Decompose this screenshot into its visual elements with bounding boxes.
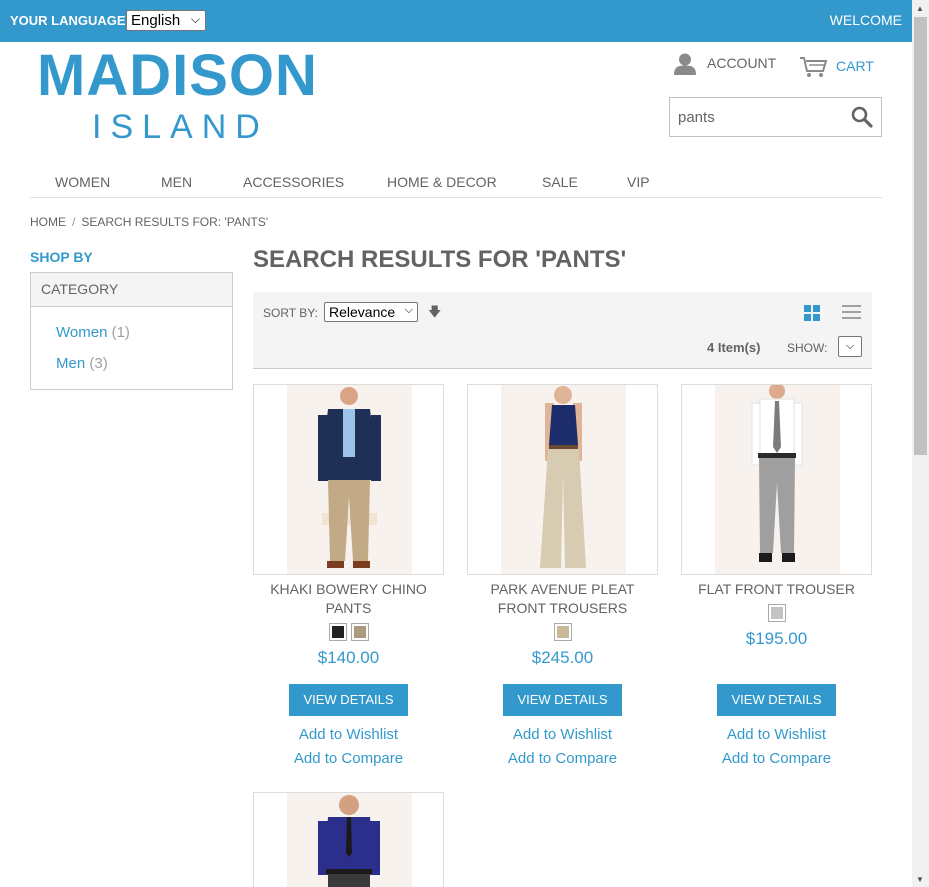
grid-view-icon[interactable] bbox=[804, 305, 820, 321]
nav-item-home-decor[interactable]: HOME & DECOR bbox=[387, 174, 497, 190]
swatch-color bbox=[331, 626, 344, 638]
chevron-down-icon: ⌵ bbox=[845, 340, 855, 352]
breadcrumb: HOME / SEARCH RESULTS FOR: 'PANTS' bbox=[30, 215, 268, 229]
language-label: YOUR LANGUAGE: bbox=[10, 13, 130, 28]
scroll-down-icon[interactable]: ▼ bbox=[916, 875, 924, 884]
product-card: PARK AVENUE PLEAT FRONT TROUSERS $245.00… bbox=[467, 384, 658, 784]
category-filter-title: CATEGORY bbox=[31, 273, 232, 307]
product-image[interactable] bbox=[253, 792, 444, 887]
color-swatch-khaki[interactable] bbox=[350, 623, 369, 641]
category-label: Women bbox=[56, 324, 108, 341]
sort-by-label: SORT BY: bbox=[263, 306, 318, 320]
scrollbar[interactable]: ▲ ▼ bbox=[912, 0, 929, 887]
category-label: Men bbox=[56, 355, 86, 372]
product-price: $195.00 bbox=[745, 629, 808, 648]
nav-item-sale[interactable]: SALE bbox=[542, 174, 578, 190]
search-icon[interactable] bbox=[851, 106, 873, 128]
page: YOUR LANGUAGE: English ⌵ WELCOME ▲ ▼ MAD… bbox=[0, 0, 929, 887]
breadcrumb-current: SEARCH RESULTS FOR: 'PANTS' bbox=[81, 215, 269, 229]
scrollbar-thumb[interactable] bbox=[914, 17, 927, 455]
add-to-compare-link[interactable]: Add to Compare bbox=[253, 750, 444, 767]
nav-item-accessories[interactable]: ACCESSORIES bbox=[243, 174, 344, 190]
cart-label: CART bbox=[836, 58, 874, 74]
product-card bbox=[253, 792, 444, 887]
product-photo-chino bbox=[287, 385, 412, 574]
product-photo-flat-front bbox=[715, 385, 840, 574]
color-swatch-gray[interactable] bbox=[767, 604, 786, 622]
product-price: $245.00 bbox=[531, 648, 594, 667]
swatch-color bbox=[556, 626, 569, 638]
color-swatch-black[interactable] bbox=[328, 623, 347, 641]
results-toolbar: SORT BY: Relevance ⌵ 🡇 4 Item(s) SHOW: ⌵ bbox=[253, 292, 872, 369]
swatch-list bbox=[681, 604, 872, 622]
logo-line2: ISLAND bbox=[92, 108, 269, 146]
product-name[interactable]: PARK AVENUE PLEAT FRONT TROUSERS bbox=[467, 580, 658, 618]
top-bar: YOUR LANGUAGE: English ⌵ WELCOME bbox=[0, 0, 912, 42]
list-view-icon[interactable] bbox=[842, 304, 861, 320]
product-card: KHAKI BOWERY CHINO PANTS $140.00 VIEW DE… bbox=[253, 384, 444, 784]
swatch-list bbox=[253, 623, 444, 641]
chevron-down-icon: ⌵ bbox=[404, 304, 413, 316]
page-title: SEARCH RESULTS FOR 'PANTS' bbox=[253, 246, 627, 273]
search-input[interactable] bbox=[678, 107, 838, 127]
product-name[interactable]: KHAKI BOWERY CHINO PANTS bbox=[253, 580, 444, 618]
sort-value: Relevance bbox=[329, 304, 396, 320]
product-image[interactable] bbox=[253, 384, 444, 575]
swatch-color bbox=[770, 607, 783, 619]
show-per-page-select[interactable]: ⌵ bbox=[838, 336, 862, 357]
breadcrumb-separator: / bbox=[72, 215, 76, 229]
breadcrumb-home[interactable]: HOME bbox=[30, 215, 66, 229]
view-details-button[interactable]: VIEW DETAILS bbox=[503, 684, 622, 716]
add-to-wishlist-link[interactable]: Add to Wishlist bbox=[681, 726, 872, 743]
swatch-list bbox=[467, 623, 658, 641]
product-name[interactable]: FLAT FRONT TROUSER bbox=[681, 580, 872, 599]
category-count: (3) bbox=[89, 355, 108, 372]
welcome-message: WELCOME bbox=[829, 12, 902, 28]
add-to-compare-link[interactable]: Add to Compare bbox=[467, 750, 658, 767]
nav-item-women[interactable]: WOMEN bbox=[55, 174, 110, 190]
account-label: ACCOUNT bbox=[707, 55, 777, 71]
language-value: English bbox=[131, 12, 181, 29]
add-to-compare-link[interactable]: Add to Compare bbox=[681, 750, 872, 767]
main-nav: WOMEN MEN ACCESSORIES HOME & DECOR SALE … bbox=[30, 172, 882, 198]
scroll-up-icon[interactable]: ▲ bbox=[916, 4, 924, 13]
view-details-button[interactable]: VIEW DETAILS bbox=[717, 684, 836, 716]
category-link-women[interactable]: Women (1) bbox=[56, 324, 130, 341]
view-details-button[interactable]: VIEW DETAILS bbox=[289, 684, 408, 716]
product-image[interactable] bbox=[681, 384, 872, 575]
language-select[interactable]: English ⌵ bbox=[126, 10, 206, 31]
nav-item-vip[interactable]: VIP bbox=[627, 174, 650, 190]
logo-line1: MADISON bbox=[37, 43, 318, 108]
category-link-men[interactable]: Men (3) bbox=[56, 355, 108, 372]
add-to-wishlist-link[interactable]: Add to Wishlist bbox=[467, 726, 658, 743]
search-box bbox=[669, 97, 882, 137]
sort-select[interactable]: Relevance ⌵ bbox=[324, 302, 418, 322]
product-photo-trousers bbox=[501, 385, 626, 574]
sort-direction-icon[interactable]: 🡇 bbox=[428, 303, 441, 325]
product-image[interactable] bbox=[467, 384, 658, 575]
show-label: SHOW: bbox=[787, 341, 828, 355]
category-count: (1) bbox=[111, 324, 130, 341]
category-filter: CATEGORY Women (1) Men (3) bbox=[30, 272, 233, 390]
account-icon bbox=[674, 53, 696, 75]
swatch-color bbox=[353, 626, 366, 638]
chevron-down-icon: ⌵ bbox=[190, 12, 200, 26]
color-swatch-beige[interactable] bbox=[553, 623, 572, 641]
add-to-wishlist-link[interactable]: Add to Wishlist bbox=[253, 726, 444, 743]
nav-item-men[interactable]: MEN bbox=[161, 174, 192, 190]
product-price: $140.00 bbox=[317, 648, 380, 667]
cart-icon bbox=[800, 57, 828, 77]
product-card: FLAT FRONT TROUSER $195.00 VIEW DETAILS … bbox=[681, 384, 872, 784]
product-photo-shirt bbox=[287, 793, 412, 887]
item-count: 4 Item(s) bbox=[707, 340, 761, 355]
shop-by-heading: SHOP BY bbox=[30, 249, 93, 265]
